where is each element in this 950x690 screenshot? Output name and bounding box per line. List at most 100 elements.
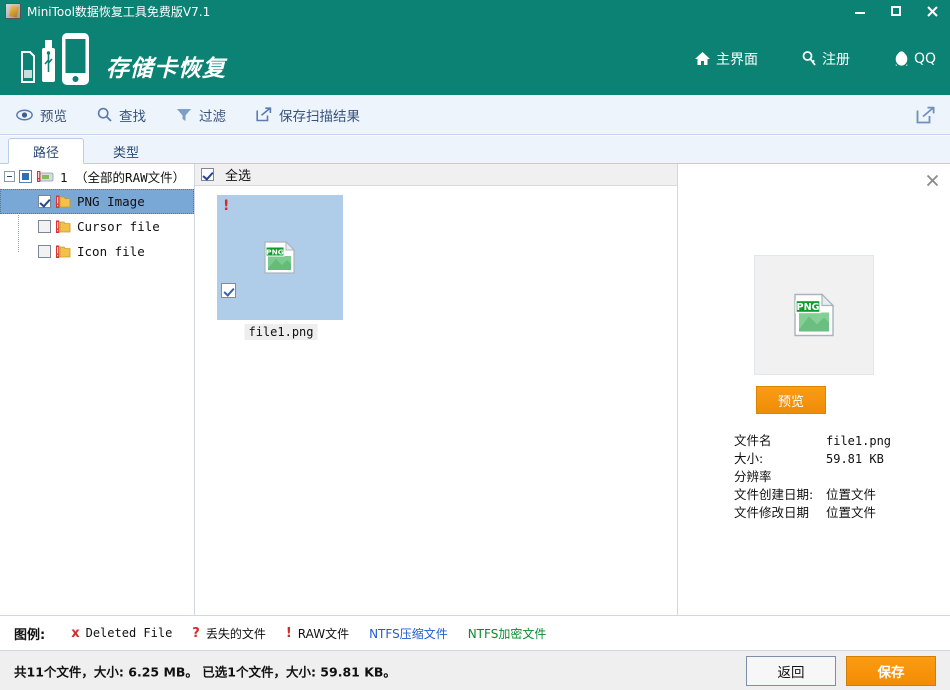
tab-label-type: 类型: [112, 145, 139, 161]
header-nav: 主界面 注册 QQ: [694, 22, 936, 95]
toolbar-label-filter: 过滤: [199, 108, 226, 125]
raw-marker: !: [223, 198, 230, 214]
file-list-panel: 全选 ! PNG file1.png: [194, 164, 678, 615]
export-box-icon: [256, 107, 272, 122]
file-thumbnail[interactable]: ! PNG: [217, 195, 343, 320]
status-bar: 共11个文件，大小: 6.25 MB。 已选1个文件，大小: 59.81 KB。…: [0, 650, 950, 690]
file-metadata: 文件名 file1.png 大小: 59.81 KB 分辨率 文件创建日期: 位…: [734, 432, 944, 522]
status-summary-text: 共11个文件，大小: 6.25 MB。 已选1个文件，大小: 59.81 KB。: [14, 664, 396, 679]
legend-bar: 图例: x Deleted File ? 丢失的文件 ! RAW文件 NTFS压…: [0, 615, 950, 650]
meta-value-size: 59.81 KB: [826, 452, 884, 466]
legend-item-ntfs-compressed: NTFS压缩文件: [369, 625, 448, 642]
select-all-label: 全选: [225, 169, 252, 184]
raw-folder-icon: [56, 220, 71, 234]
meta-value-filename: file1.png: [826, 434, 892, 448]
tab-type[interactable]: 类型: [88, 138, 164, 164]
png-file-icon: PNG: [792, 292, 836, 339]
legend-label-lost: 丢失的文件: [205, 626, 266, 641]
legend-label-raw: RAW文件: [297, 626, 350, 641]
qq-penguin-icon: [894, 50, 909, 67]
preview-image-box: PNG: [754, 255, 874, 375]
share-export-icon[interactable]: [914, 104, 936, 126]
raw-drive-icon: [37, 170, 54, 183]
meta-row-size: 大小: 59.81 KB: [734, 450, 944, 468]
file-list-body: ! PNG file1.png: [195, 187, 677, 615]
meta-row-resolution: 分辨率: [734, 468, 944, 486]
meta-value-created: 位置文件: [826, 487, 877, 502]
action-buttons: 返回 保存: [746, 655, 936, 686]
toolbar-label-save-scan: 保存扫描结果: [279, 108, 360, 125]
tree-item-cursor-file[interactable]: Cursor file: [0, 214, 194, 239]
home-icon: [694, 51, 711, 66]
nav-item-qq[interactable]: QQ: [894, 51, 936, 67]
meta-key-modified: 文件修改日期: [734, 505, 810, 520]
legend-item-deleted: x Deleted File: [71, 626, 172, 641]
path-tree-panel: 1 （全部的RAW文件） PNG Image Cursor file Icon …: [0, 164, 194, 615]
toolbar-filter-button[interactable]: 过滤: [176, 105, 226, 125]
file-list-item[interactable]: ! PNG file1.png: [217, 195, 345, 341]
toolbar-label-preview: 预览: [40, 108, 67, 125]
tree-item-png-image[interactable]: PNG Image: [0, 189, 194, 214]
maximize-button[interactable]: [878, 0, 914, 22]
collapse-minus-icon[interactable]: [4, 171, 15, 182]
legend-item-raw: ! RAW文件: [286, 625, 349, 642]
tree-item-icon-file[interactable]: Icon file: [0, 239, 194, 264]
nav-item-home[interactable]: 主界面: [694, 49, 758, 69]
window-controls: [842, 0, 950, 22]
title-bar: MiniTool数据恢复工具免费版V7.1: [0, 0, 950, 22]
tab-label-path: 路径: [32, 145, 59, 161]
meta-key-resolution: 分辨率: [734, 469, 772, 484]
png-file-icon: PNG: [263, 240, 297, 276]
back-button[interactable]: 返回: [746, 655, 836, 686]
meta-key-filename: 文件名: [734, 433, 772, 448]
tree-item-checkbox-icon[interactable]: [38, 245, 51, 258]
toolbar-preview-button[interactable]: 预览: [16, 105, 67, 125]
toolbar-items: 预览 查找 过滤 保存扫描结果: [16, 95, 360, 134]
legend-title: 图例:: [14, 627, 46, 643]
nav-label-register: 注册: [821, 51, 850, 68]
select-all-checkbox[interactable]: [201, 168, 214, 181]
app-icon: [5, 3, 21, 19]
preview-panel: PNG 预览 文件名 file1.png 大小: 59.81 KB 分辨率 文件…: [678, 164, 950, 615]
key-icon: [802, 50, 817, 67]
close-icon[interactable]: [924, 172, 940, 188]
toolbar: 预览 查找 过滤 保存扫描结果: [0, 95, 950, 135]
minimize-button[interactable]: [842, 0, 878, 22]
meta-row-filename: 文件名 file1.png: [734, 432, 944, 450]
legend-mark-deleted: x: [71, 625, 80, 641]
save-button[interactable]: 保存: [846, 655, 936, 686]
eye-icon: [16, 108, 33, 121]
search-icon: [97, 107, 112, 122]
raw-folder-icon: [56, 245, 71, 259]
legend-label-ntfs-encrypted: NTFS加密文件: [467, 626, 547, 641]
meta-row-modified: 文件修改日期 位置文件: [734, 504, 944, 522]
select-all-row[interactable]: 全选: [195, 164, 677, 186]
memory-card-usb-phone-icon: [18, 30, 93, 88]
meta-row-created: 文件创建日期: 位置文件: [734, 486, 944, 504]
tree-item-checkbox-cursor[interactable]: [38, 220, 51, 233]
window-title: MiniTool数据恢复工具免费版V7.1: [27, 4, 211, 19]
tree-item-label-png: PNG Image: [77, 194, 145, 209]
tree-root-checkbox[interactable]: [19, 170, 32, 183]
main-content: 1 （全部的RAW文件） PNG Image Cursor file Icon …: [0, 164, 950, 615]
tree-item-label-cursor: Cursor file: [77, 219, 160, 234]
nav-item-register[interactable]: 注册: [802, 49, 850, 69]
application-window: MiniTool数据恢复工具免费版V7.1 存储卡恢复 主界面 注册 QQ 预览…: [0, 0, 950, 690]
meta-key-size: 大小:: [734, 451, 764, 466]
nav-label-home: 主界面: [715, 51, 758, 68]
legend-label-ntfs-compressed: NTFS压缩文件: [369, 626, 448, 641]
legend-mark-raw: !: [285, 625, 292, 641]
tree-root-node[interactable]: 1 （全部的RAW文件）: [0, 164, 194, 189]
tab-path[interactable]: 路径: [8, 138, 84, 164]
toolbar-search-button[interactable]: 查找: [97, 105, 146, 125]
tree-item-checkbox-png[interactable]: [38, 195, 51, 208]
close-button[interactable]: [914, 0, 950, 22]
file-name-label: file1.png: [244, 324, 318, 340]
brand-title: 存储卡恢复: [106, 55, 226, 82]
file-item-checkbox[interactable]: [221, 283, 236, 298]
toolbar-save-scan-button[interactable]: 保存扫描结果: [256, 105, 360, 125]
funnel-icon: [176, 108, 192, 122]
preview-button[interactable]: 预览: [756, 386, 826, 414]
svg-text:PNG: PNG: [266, 247, 284, 256]
legend-label-deleted: Deleted File: [85, 626, 173, 640]
